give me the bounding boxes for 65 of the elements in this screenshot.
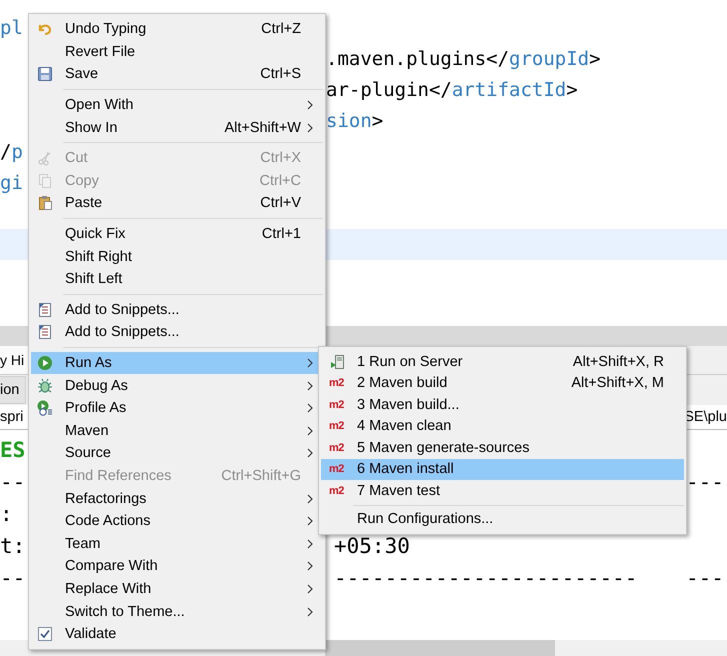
menu-item[interactable]: Replace With <box>31 578 323 600</box>
menu-item[interactable]: Refactorings <box>31 487 323 510</box>
menu-item[interactable]: m2 4 Maven clean <box>321 416 684 437</box>
list-document-icon <box>37 324 53 340</box>
code-text: ar-plugin</artifactId> <box>326 78 578 100</box>
code-text: gi <box>0 172 23 194</box>
console-text: : <box>0 502 13 526</box>
bug-icon <box>37 378 53 394</box>
maven-label: m2 <box>329 442 344 454</box>
console-text: +05:30 <box>334 534 410 558</box>
code-text: sion> <box>326 110 384 132</box>
play-icon <box>37 355 53 372</box>
menu-item[interactable]: Source <box>31 442 323 465</box>
maven-label: m2 <box>329 463 344 476</box>
console-path: SE\plu <box>684 409 727 425</box>
menu-item[interactable]: Open With <box>31 94 323 116</box>
menu-item[interactable]: Maven <box>31 420 323 442</box>
menu-item[interactable]: Add to Snippets... <box>31 321 323 344</box>
menu-item[interactable]: Quick Fix Ctrl+1 <box>31 222 323 246</box>
menu-item[interactable]: Shift Left <box>31 268 323 291</box>
toolbar-button[interactable]: ion <box>0 376 26 404</box>
list-document-icon <box>37 302 53 318</box>
menu-item[interactable]: m2 3 Maven build... <box>321 394 684 416</box>
copy-icon <box>37 172 53 189</box>
maven-label: m2 <box>329 484 344 497</box>
checkbox-icon <box>37 626 53 642</box>
menu-item[interactable]: Run Configurations... <box>321 508 684 530</box>
code-text: pl <box>0 16 23 38</box>
console-text: -- <box>0 566 26 590</box>
menu-item[interactable]: Shift Right <box>31 245 323 268</box>
view-tab[interactable]: y Hi <box>0 346 28 374</box>
console-text: -- <box>0 470 26 494</box>
console-path: spri <box>0 409 24 425</box>
menu-item[interactable]: Add to Snippets... <box>31 298 323 322</box>
console-text: ------------------------ <box>334 566 638 590</box>
console-text: --- <box>686 470 724 494</box>
maven-label: m2 <box>329 420 344 432</box>
save-icon <box>37 66 53 82</box>
menu-item[interactable]: Undo Typing Ctrl+Z <box>31 18 323 41</box>
maven-label: m2 <box>329 377 344 390</box>
menu-item[interactable]: Team <box>31 532 323 556</box>
menu-item[interactable]: Switch to Theme... <box>31 600 323 623</box>
menu-item[interactable]: m2 5 Maven generate-sources <box>321 437 684 458</box>
menu-item[interactable]: m2 2 Maven build Alt+Shift+X, M <box>321 372 684 394</box>
menu-item[interactable]: Save Ctrl+S <box>31 63 323 86</box>
menu-item[interactable]: Revert File <box>31 40 323 64</box>
menu-item[interactable]: Paste Ctrl+V <box>31 192 323 215</box>
menu-item[interactable]: m2 7 Maven test <box>321 480 684 502</box>
console-text: t: <box>0 534 26 558</box>
console-text: --- <box>686 566 724 590</box>
menu-item[interactable]: m2 6 Maven install <box>321 458 684 480</box>
maven-label: m2 <box>329 398 344 411</box>
menu-item[interactable]: Show In Alt+Shift+W <box>31 116 323 139</box>
menu-item[interactable]: Validate <box>31 622 323 646</box>
server-icon <box>330 354 346 370</box>
code-text: /p <box>0 140 23 162</box>
menu-item[interactable]: 1 Run on Server Alt+Shift+X, R <box>321 351 684 372</box>
menu-item[interactable]: Code Actions <box>31 510 323 532</box>
code-text: .maven.plugins</groupId> <box>326 48 601 70</box>
console-text: ES <box>0 438 26 462</box>
scissors-icon <box>37 150 53 166</box>
menu-item[interactable]: Compare With <box>31 555 323 578</box>
menu-item[interactable]: Profile As <box>31 396 323 420</box>
clipboard-icon <box>37 195 53 212</box>
play-clock-icon <box>37 400 53 416</box>
